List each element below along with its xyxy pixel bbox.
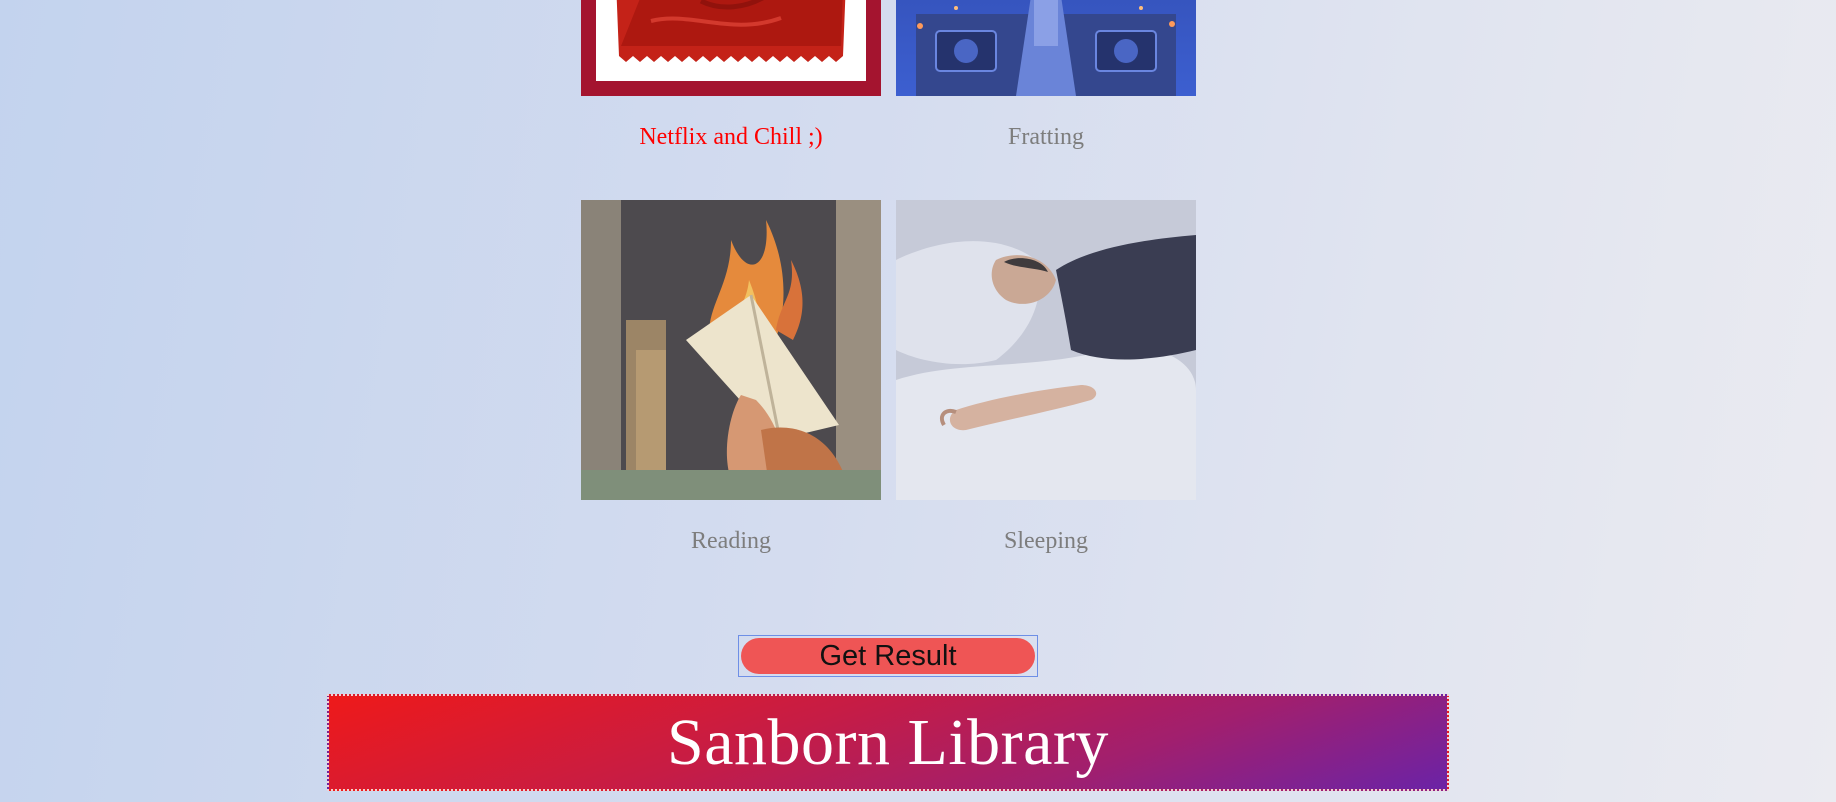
option-netflix-image[interactable] (581, 0, 881, 96)
option-label-sleeping[interactable]: Sleeping (896, 528, 1196, 555)
sleeping-man-image (896, 200, 1196, 500)
get-result-button[interactable]: Get Result (741, 638, 1035, 674)
option-label-reading[interactable]: Reading (581, 528, 881, 555)
option-reading-image[interactable] (581, 200, 881, 500)
netflix-popcorn-image (581, 0, 881, 96)
library-title: Sanborn Library (667, 706, 1109, 779)
get-result-button-focus-ring: Get Result (738, 635, 1038, 677)
dj-party-image (896, 0, 1196, 96)
reading-fireplace-image (581, 200, 881, 500)
option-label-fratting[interactable]: Fratting (896, 124, 1196, 151)
option-sleeping-image[interactable] (896, 200, 1196, 500)
option-fratting-image[interactable] (896, 0, 1196, 96)
footer-banner: Sanborn Library (327, 694, 1449, 791)
option-label-netflix[interactable]: Netflix and Chill ;) (581, 124, 881, 151)
